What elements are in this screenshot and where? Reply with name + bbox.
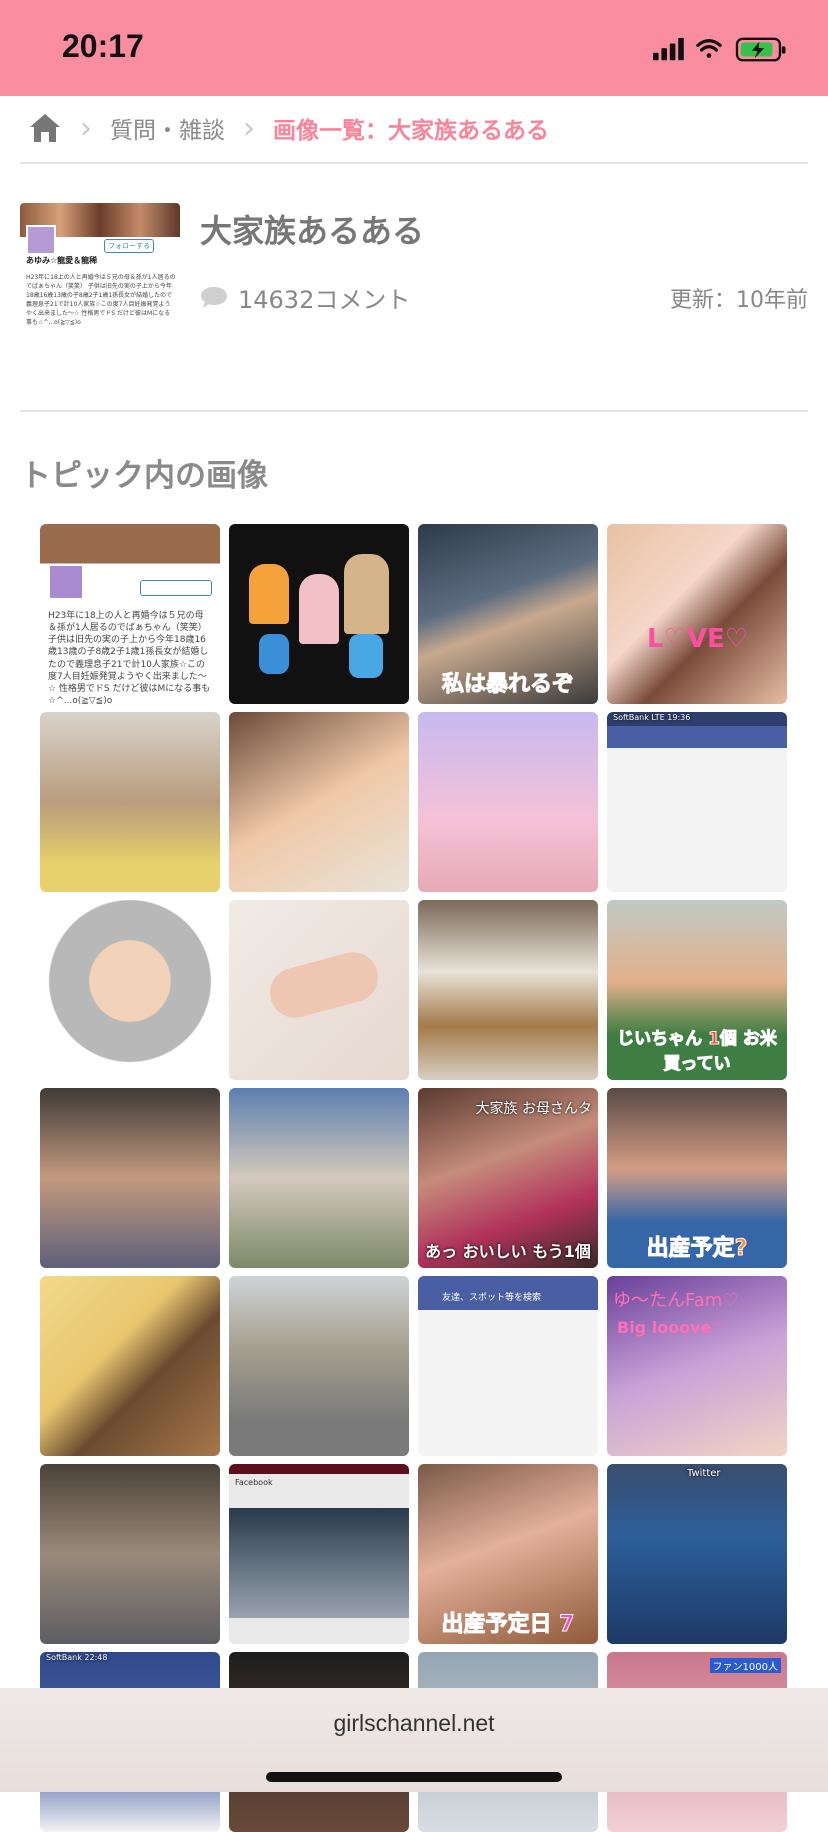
image-tile[interactable] xyxy=(229,524,409,704)
section-title: トピック内の画像 xyxy=(20,458,268,494)
tile-sub: 大家族 お母さんタ xyxy=(475,1101,592,1117)
image-tile[interactable] xyxy=(40,1464,220,1644)
divider xyxy=(20,410,808,412)
updated-time: 更新：10年前 xyxy=(670,288,808,313)
image-tile[interactable]: 出産予定日 7 xyxy=(418,1464,598,1644)
topic-title: 大家族あるある xyxy=(200,212,425,250)
avatar xyxy=(26,225,56,255)
tile-caption: あっ おいしい もう1個 xyxy=(425,1242,591,1261)
url-label[interactable]: girlschannel.net xyxy=(0,1710,828,1737)
breadcrumb: › 質問・雑談 › 画像一覧：大家族あるある xyxy=(28,108,808,148)
battery-icon xyxy=(735,37,786,62)
image-tile[interactable] xyxy=(229,1276,409,1456)
tile-sub: ファン1000人 xyxy=(709,1658,781,1673)
thumb-name: あゆみ☆龍愛＆龍稀 xyxy=(26,256,98,265)
tile-sub: SoftBank LTE 19:36 xyxy=(613,713,691,722)
chevron-right-icon: › xyxy=(80,110,92,146)
home-icon[interactable] xyxy=(28,112,62,144)
tile-sub: 友達、スポット等を検索 xyxy=(442,1293,542,1303)
chevron-right-icon: › xyxy=(243,110,255,146)
signal-icon xyxy=(653,37,684,61)
status-time: 20:17 xyxy=(62,28,144,64)
image-grid: H23年に18上の人と再婚今は５兄の母＆孫が1人居るのでばぁちゃん（笑笑） 子供… xyxy=(40,524,788,1832)
comment-count[interactable]: 14632コメント xyxy=(200,280,410,315)
tile-caption: じいちゃん 1個 お米買ってい xyxy=(617,1029,778,1075)
tile-caption: 出産予定? xyxy=(646,1236,748,1262)
image-tile[interactable]: 出産予定? xyxy=(607,1088,787,1268)
image-tile[interactable]: H23年に18上の人と再婚今は５兄の母＆孫が1人居るのでばぁちゃん（笑笑） 子供… xyxy=(40,524,220,704)
wifi-icon xyxy=(696,39,722,58)
browser-bottom-bar: girlschannel.net xyxy=(0,1688,828,1792)
tile-sub: Facebook xyxy=(235,1478,273,1487)
image-tile[interactable] xyxy=(40,1088,220,1268)
tile-sub: ゆ〜たんFam♡ xyxy=(613,1290,739,1311)
divider xyxy=(20,162,808,164)
image-tile[interactable] xyxy=(418,900,598,1080)
tile-sub: Twitter xyxy=(687,1468,721,1479)
thumb-text: H23年に18上の人と再婚今は５兄の母＆孫が1人居るのでばぁちゃん（笑笑） 子供… xyxy=(26,274,176,326)
comment-icon xyxy=(201,286,227,308)
breadcrumb-current: 画像一覧：大家族あるある xyxy=(273,118,549,144)
home-indicator[interactable] xyxy=(266,1772,562,1782)
image-tile[interactable]: 私は暴れるぞ xyxy=(418,524,598,704)
status-bar: 20:17 xyxy=(0,0,828,96)
tile-caption: 出産予定日 7 xyxy=(441,1612,575,1638)
image-tile[interactable] xyxy=(40,712,220,892)
tile-text: H23年に18上の人と再婚今は５兄の母＆孫が1人居るのでばぁちゃん（笑笑） 子供… xyxy=(48,611,211,704)
image-tile[interactable] xyxy=(229,712,409,892)
image-tile[interactable]: SoftBank LTE 19:36 xyxy=(607,712,787,892)
follow-badge: フォローする xyxy=(104,239,154,253)
image-tile[interactable] xyxy=(40,1276,220,1456)
image-tile[interactable]: L♡VE♡ xyxy=(607,524,787,704)
tile-caption: Big looove♡ xyxy=(617,1318,726,1337)
comment-count-label: 14632コメント xyxy=(238,286,411,314)
image-tile[interactable]: 大家族 お母さんタ あっ おいしい もう1個 xyxy=(418,1088,598,1268)
status-icons xyxy=(653,37,786,62)
image-tile[interactable] xyxy=(418,712,598,892)
topic-thumbnail[interactable]: フォローする あゆみ☆龍愛＆龍稀 H23年に18上の人と再婚今は５兄の母＆孫が1… xyxy=(20,203,180,363)
image-tile[interactable]: Facebook xyxy=(229,1464,409,1644)
image-tile[interactable] xyxy=(40,900,220,1080)
image-tile[interactable]: ゆ〜たんFam♡ Big looove♡ xyxy=(607,1276,787,1456)
tile-caption: 私は暴れるぞ xyxy=(441,672,574,698)
image-tile[interactable] xyxy=(229,1088,409,1268)
image-tile[interactable]: 友達、スポット等を検索 xyxy=(418,1276,598,1456)
tile-sub: SoftBank 22:48 xyxy=(46,1653,108,1662)
image-tile[interactable]: Twitter xyxy=(607,1464,787,1644)
image-tile[interactable]: じいちゃん 1個 お米買ってい xyxy=(607,900,787,1080)
breadcrumb-item-category[interactable]: 質問・雑談 xyxy=(110,111,225,145)
image-tile[interactable] xyxy=(229,900,409,1080)
